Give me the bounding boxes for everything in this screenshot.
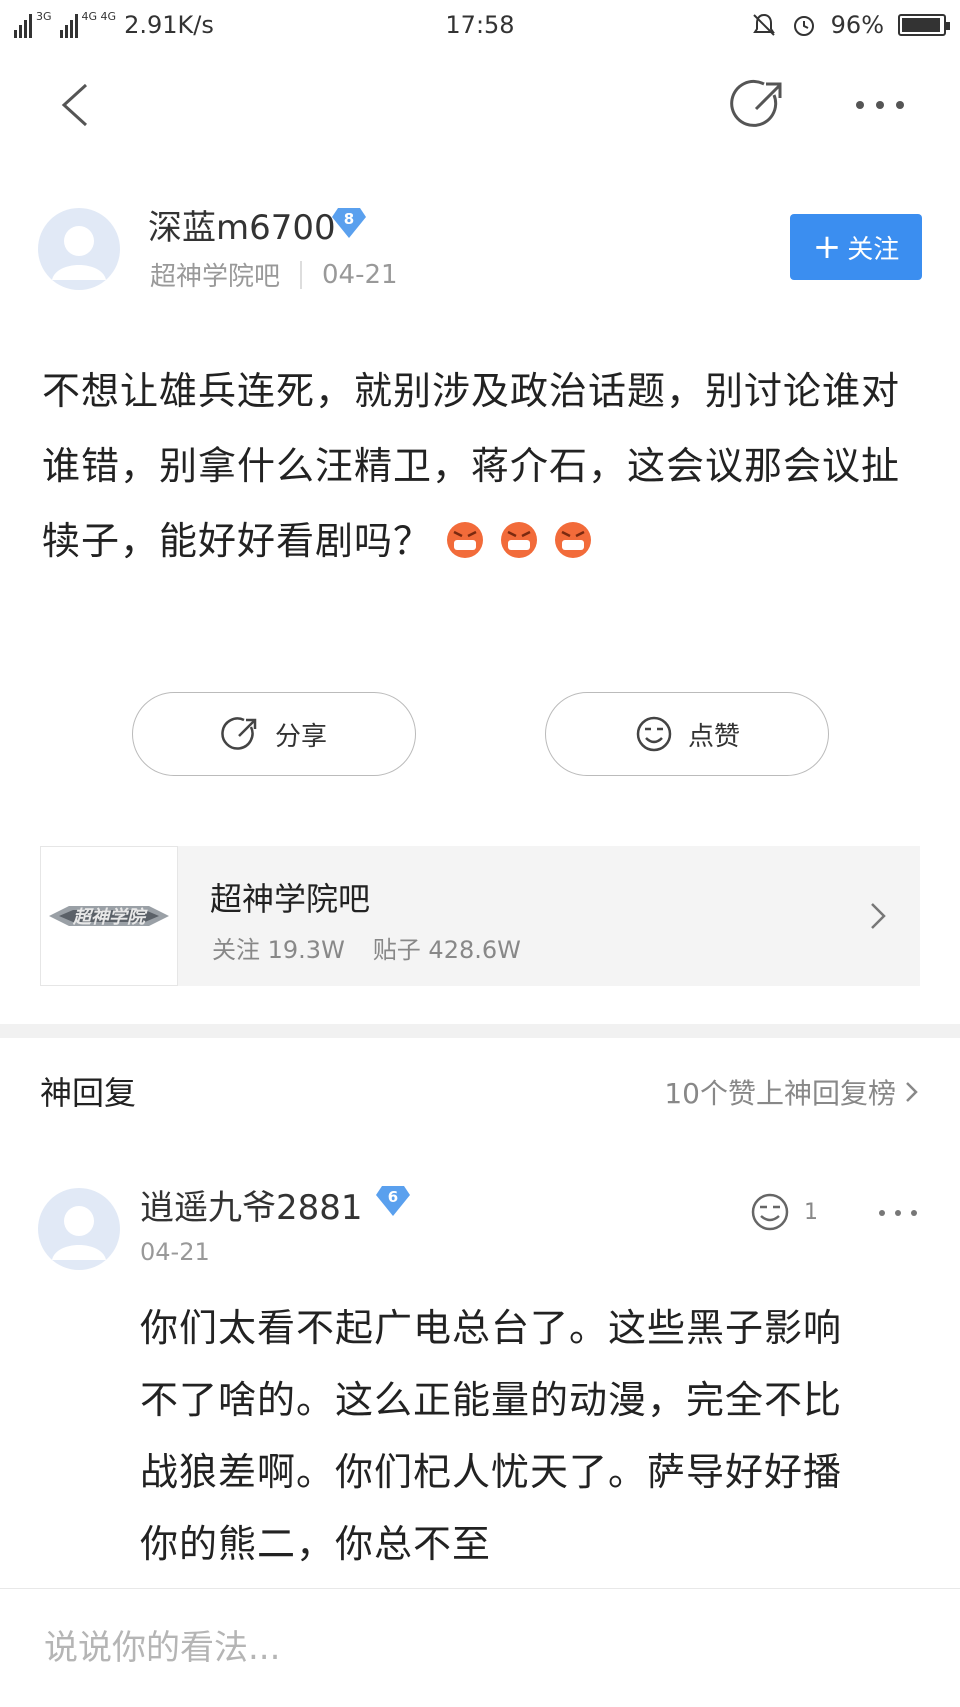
network-speed: 2.91K/s <box>124 11 214 39</box>
share-label: 分享 <box>274 721 327 752</box>
status-bar: 3G 4G 4G 2.91K/s 17:58 96% <box>0 0 960 50</box>
like-button[interactable]: 点赞 <box>545 692 829 776</box>
comment-bar <box>0 1588 960 1707</box>
reply-like-button[interactable]: 1 <box>748 1190 818 1234</box>
forum-card[interactable]: 超神学院 超神学院吧 关注 19.3W 贴子 428.6W <box>40 846 920 986</box>
reply-body: 你们太看不起广电总台了。这些黑子影响不了啥的。这么正能量的动漫，完全不比战狼差啊… <box>140 1306 843 1566</box>
chevron-right-icon <box>871 903 886 929</box>
network-type-1: 3G <box>36 9 52 23</box>
alarm-clock-icon <box>793 16 814 36</box>
follow-button[interactable]: + 关注 <box>790 214 922 280</box>
god-replies-link[interactable]: 10个赞上神回复榜 <box>664 1072 920 1112</box>
follow-label: 关注 <box>847 234 900 265</box>
status-right: 96% <box>751 11 950 39</box>
more-options-icon[interactable] <box>850 75 910 135</box>
post-date: 04-21 <box>322 259 398 290</box>
author-level-badge: 8 <box>330 204 368 242</box>
author-avatar[interactable] <box>38 208 120 290</box>
back-arrow-icon[interactable] <box>48 75 108 135</box>
post-meta: 超神学院吧 04-21 <box>150 256 398 293</box>
meta-divider <box>300 260 303 289</box>
battery-fill <box>902 18 941 32</box>
author-level: 8 <box>343 210 355 228</box>
status-left: 3G 4G 4G 2.91K/s <box>14 9 214 39</box>
forum-logo: 超神学院 <box>40 846 178 986</box>
forum-name: 超神学院吧 <box>210 880 371 918</box>
chevron-right-icon <box>906 1082 918 1102</box>
signal-icon-2 <box>59 12 78 38</box>
battery-percent: 96% <box>830 11 884 39</box>
share-icon[interactable] <box>730 75 790 135</box>
like-face-icon <box>636 716 672 752</box>
angry-face-icon <box>555 522 592 558</box>
nav-bar <box>0 55 960 155</box>
forum-posts: 贴子 428.6W <box>372 936 521 964</box>
section-divider <box>0 1024 960 1038</box>
like-face-icon <box>751 1193 789 1231</box>
comment-input[interactable] <box>44 1623 904 1673</box>
plus-icon: + <box>812 227 842 267</box>
battery-icon <box>898 14 950 36</box>
signal-icon <box>14 12 32 38</box>
network-type-2: 4G 4G <box>81 9 117 23</box>
god-replies-link-label: 10个赞上神回复榜 <box>664 1077 896 1110</box>
god-replies-title: 神回复 <box>40 1074 137 1112</box>
reply-author-name[interactable]: 逍遥九爷2881 <box>140 1180 363 1229</box>
forum-stats: 关注 19.3W 贴子 428.6W <box>212 930 521 965</box>
forum-followers: 关注 19.3W <box>212 936 345 964</box>
forum-logo-graphic: 超神学院 <box>49 906 169 928</box>
post-body: 不想让雄兵连死，就别涉及政治话题，别讨论谁对谁错，别拿什么汪精卫，蒋介石，这会议… <box>42 354 922 579</box>
author-name[interactable]: 深蓝m6700 <box>148 200 336 249</box>
mute-bell-icon <box>752 13 775 36</box>
share-icon <box>221 717 257 750</box>
reply-more-icon[interactable] <box>876 1198 920 1228</box>
reply-level: 6 <box>387 1188 399 1206</box>
share-button[interactable]: 分享 <box>132 692 416 776</box>
reply-date: 04-21 <box>140 1238 210 1266</box>
angry-face-icon <box>501 522 538 558</box>
angry-face-icon <box>447 522 484 558</box>
post-forum[interactable]: 超神学院吧 <box>150 256 280 293</box>
reply-like-count: 1 <box>804 1199 818 1225</box>
like-label: 点赞 <box>687 721 740 752</box>
reply-avatar[interactable] <box>38 1188 120 1270</box>
reply-level-badge: 6 <box>374 1182 412 1220</box>
forum-logo-text: 超神学院 <box>72 907 148 928</box>
